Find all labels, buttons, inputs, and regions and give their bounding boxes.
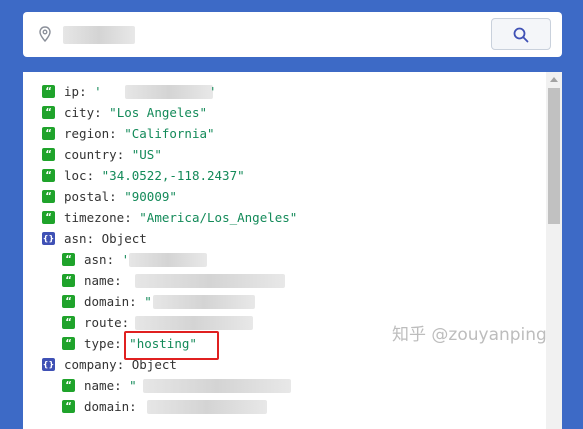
object-brace-icon: {}: [42, 358, 55, 371]
json-key: city: [64, 105, 95, 120]
json-key: loc: [64, 168, 87, 183]
object-brace-icon: {}: [42, 232, 55, 245]
redacted-search-value: [63, 26, 135, 44]
json-value: ": [144, 294, 152, 309]
highlight-annotation: [124, 331, 219, 360]
json-key: region: [64, 126, 110, 141]
json-key: domain: [84, 399, 130, 414]
string-quote-icon: “: [42, 85, 55, 98]
redacted-value: [135, 316, 253, 330]
search-bar: [23, 12, 562, 57]
json-value: "Los Angeles": [109, 105, 208, 120]
string-quote-icon: “: [62, 274, 75, 287]
search-button[interactable]: [491, 18, 551, 50]
json-key: route: [84, 315, 122, 330]
json-value: ": [129, 378, 137, 393]
json-key: company: [64, 357, 117, 372]
string-quote-icon: “: [62, 295, 75, 308]
json-value: "America/Los_Angeles": [139, 210, 298, 225]
watermark: 知乎 @zouyanping: [392, 325, 547, 345]
json-key: country: [64, 147, 117, 162]
redacted-value: [135, 274, 285, 288]
redacted-value: [143, 379, 291, 393]
json-value: ': [94, 84, 102, 99]
redacted-value: [153, 295, 255, 309]
string-quote-icon: “: [42, 169, 55, 182]
object-label: Object: [101, 231, 147, 246]
json-key: asn: [64, 231, 87, 246]
json-key: type: [84, 336, 115, 351]
string-quote-icon: “: [42, 148, 55, 161]
scrollbar[interactable]: [546, 72, 562, 429]
json-key: name: [84, 273, 115, 288]
string-quote-icon: “: [62, 316, 75, 329]
string-quote-icon: “: [62, 337, 75, 350]
string-quote-icon: “: [42, 106, 55, 119]
json-value: "California": [124, 126, 215, 141]
search-icon: [513, 27, 529, 43]
string-quote-icon: “: [42, 127, 55, 140]
redacted-value: [129, 253, 207, 267]
json-key: postal: [64, 189, 110, 204]
string-quote-icon: “: [62, 253, 75, 266]
string-quote-icon: “: [42, 211, 55, 224]
scrollbar-thumb[interactable]: [548, 88, 560, 224]
json-value: "90009": [124, 189, 177, 204]
string-quote-icon: “: [62, 400, 75, 413]
json-key: timezone: [64, 210, 125, 225]
location-pin-icon: [39, 26, 51, 42]
json-value: "34.0522,-118.2437": [101, 168, 245, 183]
json-key: ip: [64, 84, 80, 99]
string-quote-icon: “: [62, 379, 75, 392]
json-value: "US": [131, 147, 162, 162]
redacted-value: [147, 400, 267, 414]
result-panel: “ ip: ' ' “ city: "Los Angeles" “ region…: [23, 72, 562, 429]
redacted-value: [125, 85, 213, 99]
json-key: domain: [84, 294, 130, 309]
json-key: name: [84, 378, 115, 393]
json-key: asn: [84, 252, 107, 267]
scroll-up-arrow-icon[interactable]: [550, 77, 558, 82]
string-quote-icon: “: [42, 190, 55, 203]
